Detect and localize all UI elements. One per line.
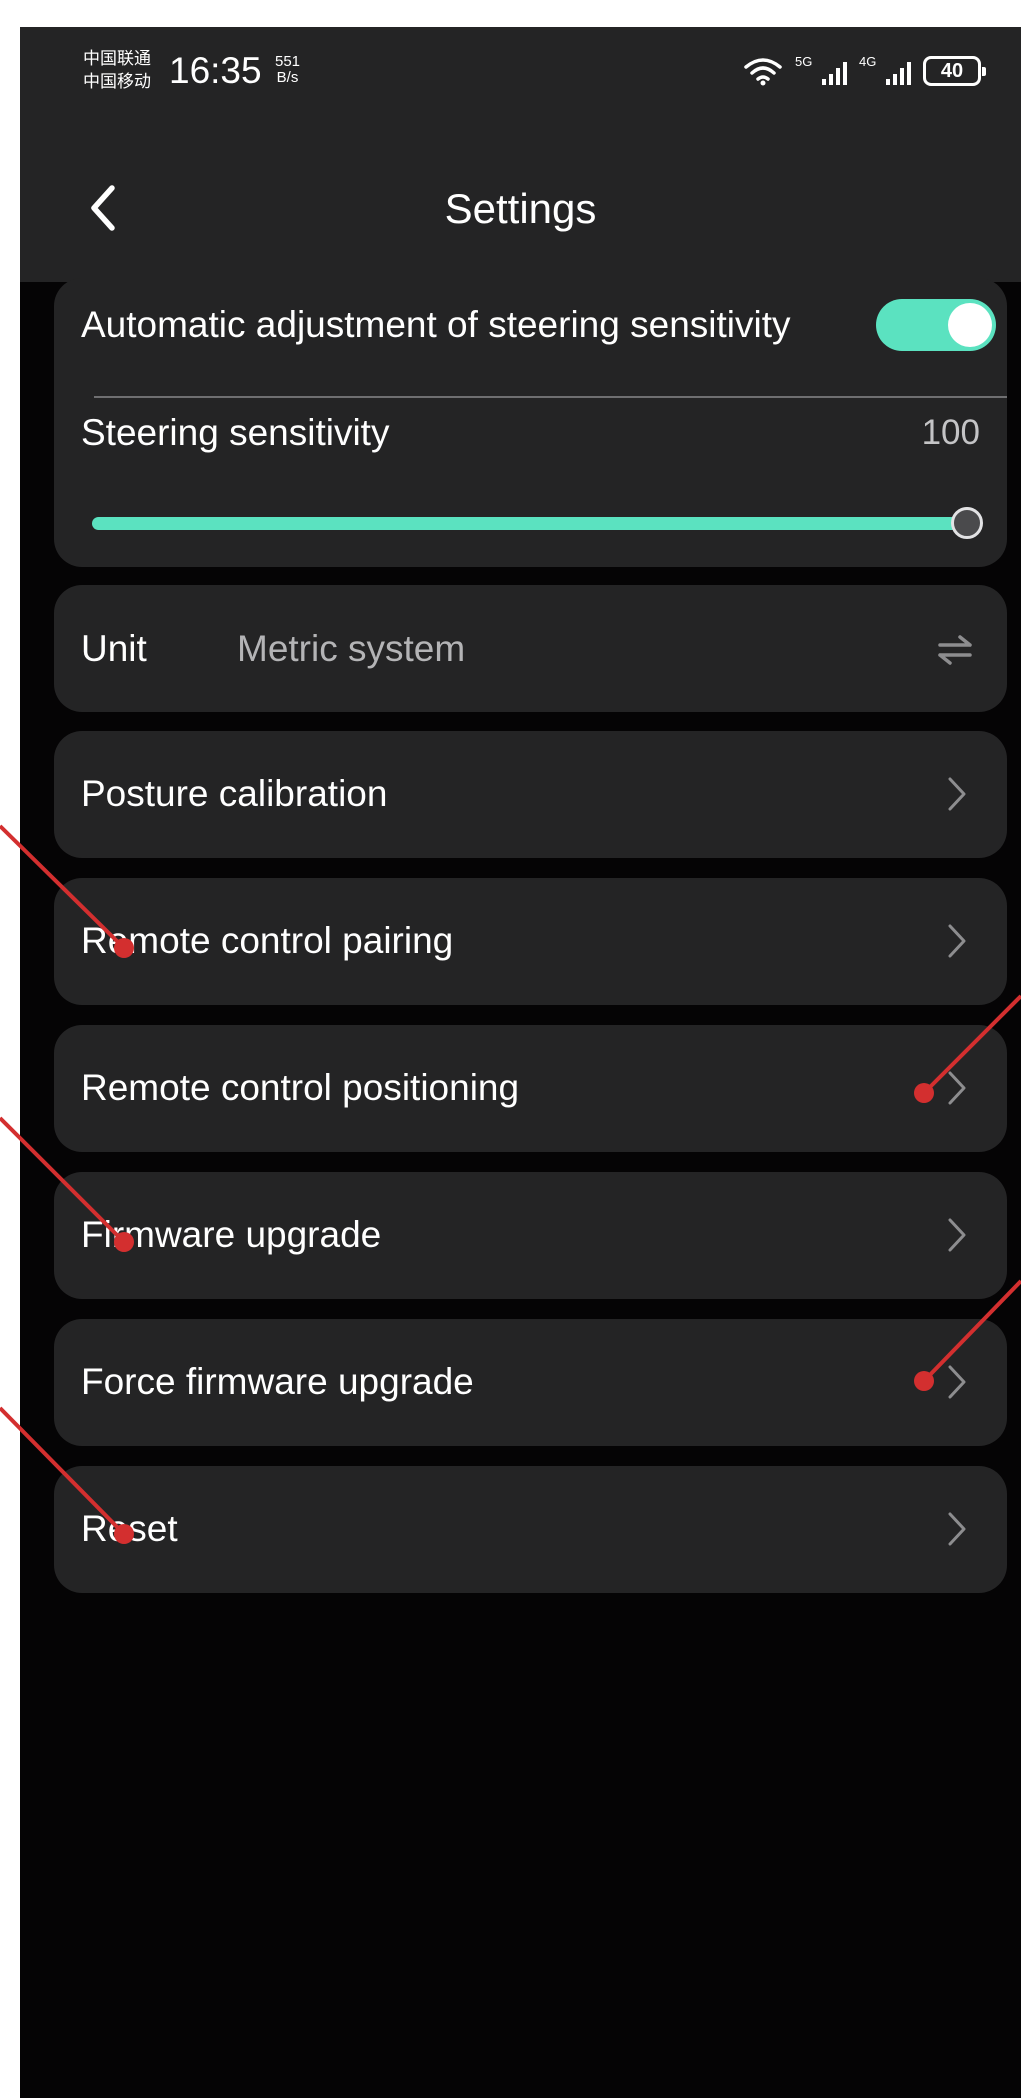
signal-5g-icon: 5G	[795, 55, 847, 87]
unit-value: Metric system	[237, 628, 466, 669]
chevron-right-icon	[948, 924, 966, 958]
unit-row[interactable]: Unit Metric system	[54, 585, 1007, 712]
status-time: 16:35	[169, 50, 262, 91]
chevron-right-icon	[948, 1365, 966, 1399]
steering-sensitivity-slider[interactable]	[92, 517, 972, 530]
carrier-2: 中国移动	[83, 72, 151, 91]
toggle-knob	[948, 303, 992, 347]
firmware-upgrade-row[interactable]: Firmware upgrade	[54, 1172, 1007, 1299]
network-speed-value: 551	[275, 53, 301, 70]
nav-bar: Settings	[20, 132, 1021, 282]
status-bar: 中国联通 中国移动 16:35 551 B/s 5G 4G 40	[20, 27, 1021, 132]
chevron-right-icon	[948, 1218, 966, 1252]
network-speed: 551 B/s	[275, 54, 300, 86]
steering-sensitivity-label: Steering sensitivity	[81, 412, 390, 453]
remote-control-positioning-label: Remote control positioning	[81, 1067, 520, 1108]
battery-level: 40	[940, 60, 964, 82]
signal-4g-label: 4G	[859, 54, 877, 69]
page-title: Settings	[444, 185, 597, 232]
force-firmware-upgrade-label: Force firmware upgrade	[81, 1361, 474, 1402]
wifi-icon	[744, 58, 782, 86]
phone-screen: 中国联通 中国移动 16:35 551 B/s 5G 4G 40 Setting…	[20, 27, 1021, 2098]
posture-calibration-row[interactable]: Posture calibration	[54, 731, 1007, 858]
reset-label: Reset	[81, 1508, 178, 1549]
chevron-right-icon	[948, 1512, 966, 1546]
carrier-1: 中国联通	[83, 49, 151, 68]
remote-control-positioning-row[interactable]: Remote control positioning	[54, 1025, 1007, 1152]
status-icons: 5G 4G 40	[743, 53, 986, 89]
auto-steering-label: Automatic adjustment of steering sensiti…	[81, 304, 791, 345]
chevron-right-icon	[948, 1071, 966, 1105]
network-speed-unit: B/s	[276, 69, 299, 86]
steering-card: Automatic adjustment of steering sensiti…	[54, 278, 1007, 567]
posture-calibration-label: Posture calibration	[81, 773, 388, 814]
force-firmware-upgrade-row[interactable]: Force firmware upgrade	[54, 1319, 1007, 1446]
carrier-names: 中国联通 中国移动	[83, 47, 151, 93]
remote-control-pairing-label: Remote control pairing	[81, 920, 454, 961]
swap-icon[interactable]	[937, 635, 973, 665]
signal-5g-label: 5G	[795, 54, 813, 69]
slider-thumb[interactable]	[951, 507, 983, 539]
battery-icon: 40	[923, 56, 986, 86]
firmware-upgrade-label: Firmware upgrade	[81, 1214, 382, 1255]
steering-divider	[94, 396, 1007, 398]
unit-label: Unit	[81, 628, 147, 669]
chevron-right-icon	[948, 777, 966, 811]
reset-row[interactable]: Reset	[54, 1466, 1007, 1593]
remote-control-pairing-row[interactable]: Remote control pairing	[54, 878, 1007, 1005]
steering-sensitivity-value: 100	[921, 413, 980, 452]
signal-4g-icon: 4G	[859, 55, 911, 87]
auto-steering-toggle[interactable]	[876, 299, 996, 351]
